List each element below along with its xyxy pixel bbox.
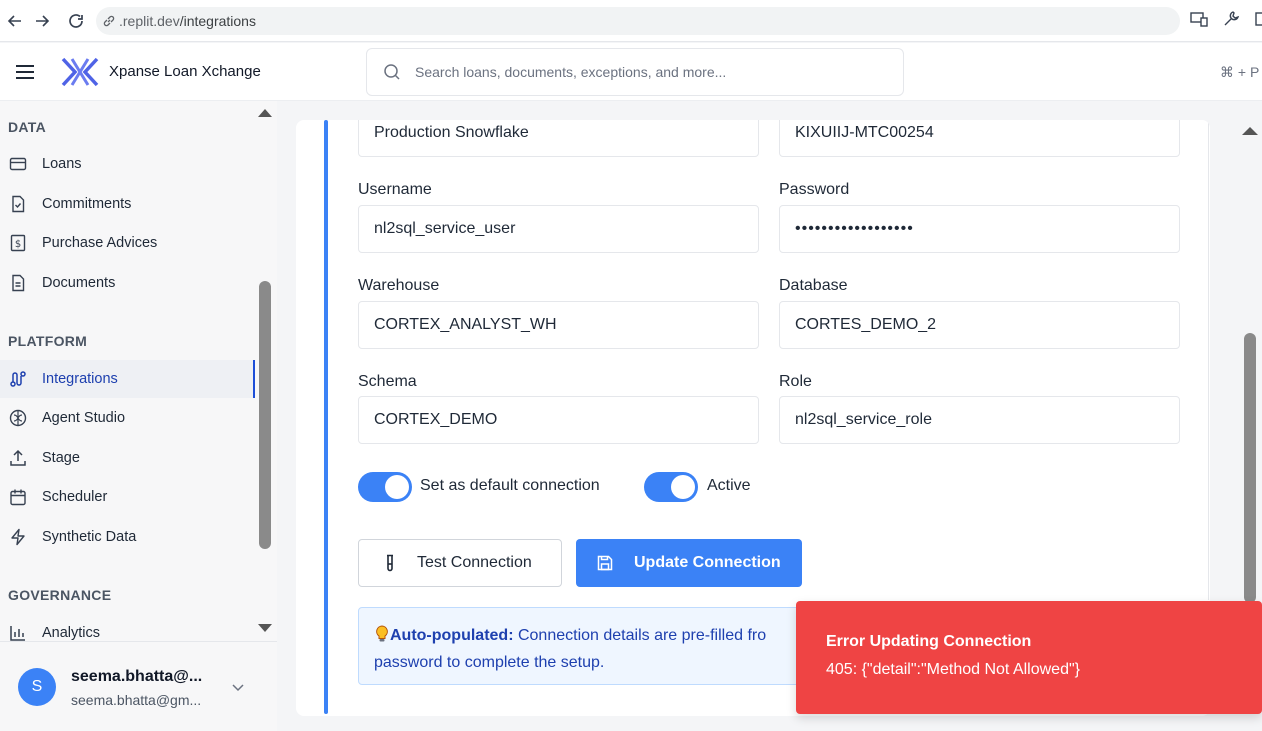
role-input[interactable]: [779, 396, 1180, 444]
sidebar-item-scheduler[interactable]: Scheduler: [0, 478, 255, 516]
card-divider: [1208, 120, 1209, 600]
database-input[interactable]: [779, 301, 1180, 349]
xpanse-logo: [60, 56, 100, 93]
calendar-icon: [8, 487, 28, 507]
error-toast[interactable]: Error Updating Connection 405: {"detail"…: [796, 601, 1262, 714]
brain-icon: [8, 408, 28, 428]
sidebar-item-label: Synthetic Data: [42, 529, 137, 545]
sidebar-item-stage[interactable]: Stage: [0, 439, 255, 477]
reload-icon[interactable]: [61, 6, 91, 36]
sidebar-item-label: Purchase Advices: [42, 235, 158, 251]
test-connection-label: Test Connection: [417, 554, 532, 571]
active-toggle[interactable]: [644, 472, 698, 502]
test-connection-button[interactable]: Test Connection: [358, 539, 562, 587]
search-icon: [383, 63, 401, 81]
schema-label: Schema: [358, 373, 417, 390]
update-connection-label: Update Connection: [634, 554, 781, 571]
card-accent-bar: [324, 120, 328, 714]
sidebar-item-agent-studio[interactable]: Agent Studio: [0, 399, 255, 437]
warehouse-input[interactable]: [358, 301, 759, 349]
search-shortcut-hint: ⌘ + P: [1220, 64, 1260, 80]
url-host: .replit.dev: [119, 13, 180, 29]
username-label: Username: [358, 181, 432, 198]
user-menu[interactable]: S seema.bhatta@... seema.bhatta@gm...: [0, 641, 277, 731]
sidebar-item-label: Commitments: [42, 196, 132, 212]
schema-input[interactable]: [358, 396, 759, 444]
sidebar: DATA Loans Commitments $ Purchase Advice…: [0, 101, 277, 641]
upload-icon: [8, 448, 28, 468]
info-text-line2: password to complete the setup.: [374, 654, 605, 671]
search-box[interactable]: [366, 48, 904, 96]
section-label-platform: PLATFORM: [8, 333, 88, 349]
info-bold: Auto-populated:: [390, 627, 514, 644]
sidebar-item-label: Scheduler: [42, 489, 108, 505]
link-icon: [102, 14, 116, 28]
app-header: Xpanse Loan Xchange ⌘ + P: [0, 43, 1262, 101]
sidebar-item-label: Loans: [42, 156, 82, 172]
file-text-icon: [8, 273, 28, 293]
sidebar-item-label: Integrations: [42, 371, 118, 387]
forward-icon[interactable]: [27, 6, 57, 36]
save-icon: [596, 554, 614, 572]
main-scrollbar-thumb[interactable]: [1244, 333, 1256, 603]
update-connection-button[interactable]: Update Connection: [576, 539, 802, 587]
sidebar-item-synthetic-data[interactable]: Synthetic Data: [0, 518, 255, 556]
receipt-dollar-icon: $: [8, 233, 28, 253]
route-icon: [8, 369, 28, 389]
bar-chart-icon: [8, 623, 28, 641]
address-bar[interactable]: .replit.dev/integrations: [96, 7, 1180, 35]
sidebar-scrollbar-thumb[interactable]: [259, 281, 271, 549]
search-input[interactable]: [415, 64, 875, 80]
sidebar-item-label: Analytics: [42, 625, 101, 641]
cast-icon[interactable]: [1190, 10, 1208, 33]
file-check-icon: [8, 194, 28, 214]
toast-message: 405: {"detail":"Method Not Allowed"}: [826, 661, 1080, 678]
lightbulb-icon: [374, 625, 390, 651]
info-text-line1: Connection details are pre-filled fro: [513, 627, 767, 644]
menu-icon[interactable]: [14, 63, 36, 86]
section-label-data: DATA: [8, 119, 47, 135]
sidebar-item-commitments[interactable]: Commitments: [0, 185, 255, 223]
sidebar-item-documents[interactable]: Documents: [0, 264, 255, 302]
avatar: S: [18, 668, 56, 706]
wrench-icon[interactable]: [1222, 10, 1240, 33]
toast-title: Error Updating Connection: [826, 633, 1032, 650]
password-input[interactable]: [779, 205, 1180, 253]
sidebar-item-integrations[interactable]: Integrations: [0, 360, 255, 398]
default-connection-toggle[interactable]: [358, 472, 412, 502]
url-path: /integrations: [179, 13, 256, 29]
user-email: seema.bhatta@gm...: [71, 692, 202, 708]
user-name: seema.bhatta@...: [71, 668, 203, 685]
username-input[interactable]: [358, 205, 759, 253]
warehouse-label: Warehouse: [358, 277, 440, 294]
sidebar-item-label: Stage: [42, 450, 80, 466]
database-label: Database: [779, 277, 848, 294]
default-connection-label: Set as default connection: [420, 477, 600, 494]
scroll-up-arrow-icon[interactable]: [258, 109, 272, 117]
connection-name-input[interactable]: [358, 120, 759, 157]
account-input[interactable]: [779, 120, 1180, 157]
credit-card-icon: [8, 154, 28, 174]
back-icon[interactable]: [0, 6, 30, 36]
app-title: Xpanse Loan Xchange: [109, 63, 261, 80]
test-tube-icon: [383, 554, 397, 572]
chevron-down-icon[interactable]: [231, 680, 245, 698]
extension-icon[interactable]: [1254, 10, 1262, 33]
password-label: Password: [779, 181, 850, 198]
browser-toolbar: .replit.dev/integrations: [0, 0, 1262, 42]
active-label: Active: [707, 477, 751, 494]
sidebar-item-label: Agent Studio: [42, 410, 126, 426]
scroll-down-arrow-icon[interactable]: [258, 624, 272, 632]
sidebar-item-analytics[interactable]: Analytics: [0, 614, 255, 641]
svg-text:$: $: [15, 239, 21, 250]
sidebar-item-label: Documents: [42, 275, 116, 291]
sidebar-item-purchase-advices[interactable]: $ Purchase Advices: [0, 224, 255, 262]
sidebar-item-loans[interactable]: Loans: [0, 145, 255, 183]
lightning-icon: [8, 527, 28, 547]
main-scroll-up-icon[interactable]: [1242, 127, 1258, 135]
role-label: Role: [779, 373, 812, 390]
section-label-governance: GOVERNANCE: [8, 587, 112, 603]
